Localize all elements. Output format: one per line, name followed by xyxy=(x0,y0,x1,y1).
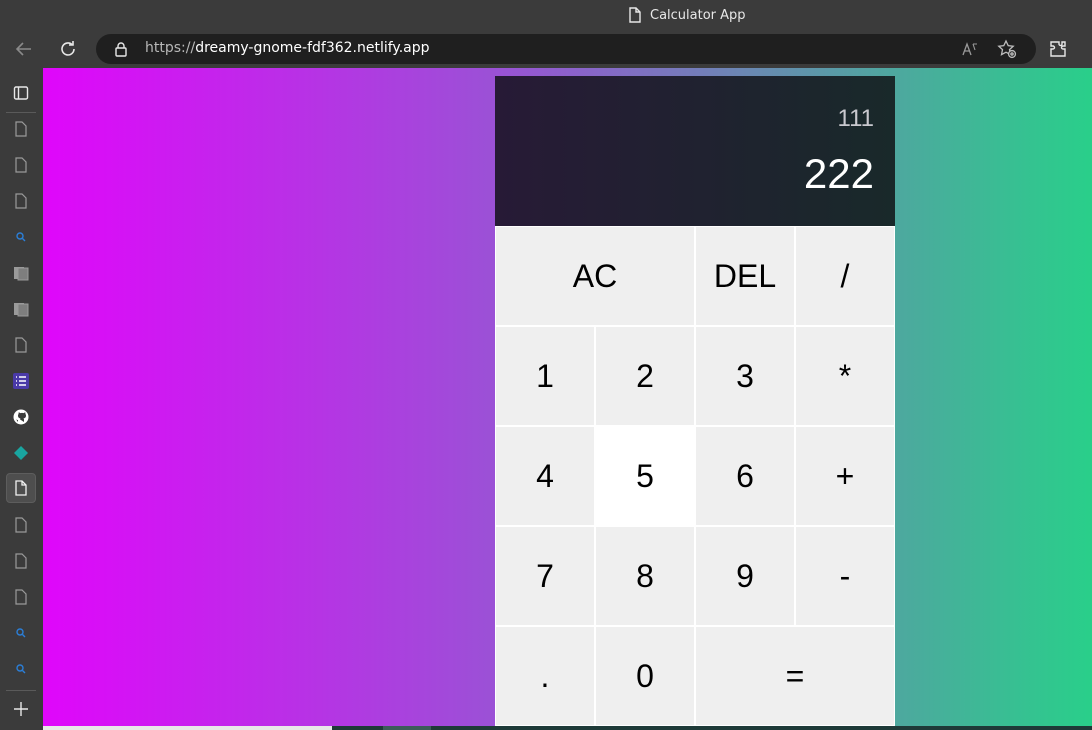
tab-item[interactable] xyxy=(6,366,36,396)
extensions-button[interactable] xyxy=(1046,37,1070,61)
tab-title: Calculator App xyxy=(650,7,746,23)
minus-button[interactable]: - xyxy=(795,526,895,626)
search-icon xyxy=(16,628,26,638)
page-icon xyxy=(15,480,27,496)
horizontal-scrollbar[interactable] xyxy=(43,726,1092,730)
current-operand: 222 xyxy=(803,150,874,197)
tab-item[interactable] xyxy=(6,654,36,684)
search-icon xyxy=(16,232,26,242)
url-text[interactable]: https://dreamy-gnome-fdf362.netlify.app xyxy=(145,40,430,56)
tab-item[interactable] xyxy=(6,510,36,540)
scrollbar-thumb[interactable] xyxy=(43,726,332,730)
tab-item[interactable] xyxy=(6,186,36,216)
tab-item[interactable] xyxy=(6,618,36,648)
url-scheme: https:// xyxy=(145,40,196,56)
tab-item-active[interactable] xyxy=(6,473,36,503)
diamond-icon xyxy=(14,446,28,460)
sidebar-divider xyxy=(6,112,36,113)
all-clear-button[interactable]: AC xyxy=(495,226,695,326)
digit-0-button[interactable]: 0 xyxy=(595,626,695,726)
vertical-tabs-sidebar xyxy=(0,68,43,730)
page-icon xyxy=(15,121,27,137)
search-icon xyxy=(16,664,26,674)
digit-3-button[interactable]: 3 xyxy=(695,326,795,426)
divide-button[interactable]: / xyxy=(795,226,895,326)
page-icon xyxy=(15,517,27,533)
pages-icon xyxy=(14,267,29,281)
tab-item[interactable] xyxy=(6,150,36,180)
add-favorite-icon[interactable] xyxy=(997,39,1017,59)
window-title: Calculator App xyxy=(628,6,746,24)
multiply-button[interactable]: * xyxy=(795,326,895,426)
tab-item[interactable] xyxy=(6,294,36,324)
url-host: dreamy-gnome-fdf362.netlify.app xyxy=(195,40,430,56)
digit-7-button[interactable]: 7 xyxy=(495,526,595,626)
sidebar-divider xyxy=(6,690,36,691)
digit-6-button[interactable]: 6 xyxy=(695,426,795,526)
page-icon xyxy=(15,553,27,569)
tab-item[interactable] xyxy=(6,438,36,468)
read-aloud-icon[interactable] xyxy=(960,39,980,59)
refresh-button[interactable] xyxy=(56,37,80,61)
tab-item[interactable] xyxy=(6,222,36,252)
new-tab-button[interactable] xyxy=(6,694,36,724)
calculator: 111 222 AC DEL / 1 2 3 * 4 5 6 + 7 8 9 -… xyxy=(495,76,895,726)
digit-5-button[interactable]: 5 xyxy=(595,426,695,526)
title-bar: Calculator App xyxy=(0,0,1092,30)
list-icon xyxy=(13,373,29,389)
browser-toolbar: https://dreamy-gnome-fdf362.netlify.app xyxy=(0,30,1092,68)
github-icon xyxy=(13,409,29,425)
tab-item[interactable] xyxy=(6,546,36,576)
page-icon xyxy=(15,193,27,209)
previous-operand: 111 xyxy=(837,105,874,132)
pages-icon xyxy=(14,303,29,317)
digit-1-button[interactable]: 1 xyxy=(495,326,595,426)
digit-2-button[interactable]: 2 xyxy=(595,326,695,426)
lock-icon[interactable] xyxy=(114,41,128,61)
tab-item[interactable] xyxy=(6,258,36,288)
tab-item[interactable] xyxy=(6,330,36,360)
back-icon xyxy=(15,42,31,56)
page-icon xyxy=(15,337,27,353)
digit-4-button[interactable]: 4 xyxy=(495,426,595,526)
extensions-icon xyxy=(1050,41,1066,57)
decimal-button[interactable]: . xyxy=(495,626,595,726)
tab-item[interactable] xyxy=(6,402,36,432)
plus-button[interactable]: + xyxy=(795,426,895,526)
tab-item[interactable] xyxy=(6,114,36,144)
digit-9-button[interactable]: 9 xyxy=(695,526,795,626)
tab-actions-icon xyxy=(13,86,29,100)
digit-8-button[interactable]: 8 xyxy=(595,526,695,626)
page-icon xyxy=(15,157,27,173)
calculator-display: 111 222 xyxy=(495,76,895,226)
tab-actions-button[interactable] xyxy=(6,78,36,108)
back-button[interactable] xyxy=(12,37,36,61)
refresh-icon xyxy=(61,41,75,56)
page-icon xyxy=(628,7,642,23)
scrollbar-segment xyxy=(383,726,431,730)
page-background: 111 222 AC DEL / 1 2 3 * 4 5 6 + 7 8 9 -… xyxy=(43,68,1092,726)
delete-button[interactable]: DEL xyxy=(695,226,795,326)
address-bar[interactable]: https://dreamy-gnome-fdf362.netlify.app xyxy=(96,34,1036,64)
new-tab-icon xyxy=(14,702,28,716)
equals-button[interactable]: = xyxy=(695,626,895,726)
page-icon xyxy=(15,589,27,605)
tab-item[interactable] xyxy=(6,582,36,612)
